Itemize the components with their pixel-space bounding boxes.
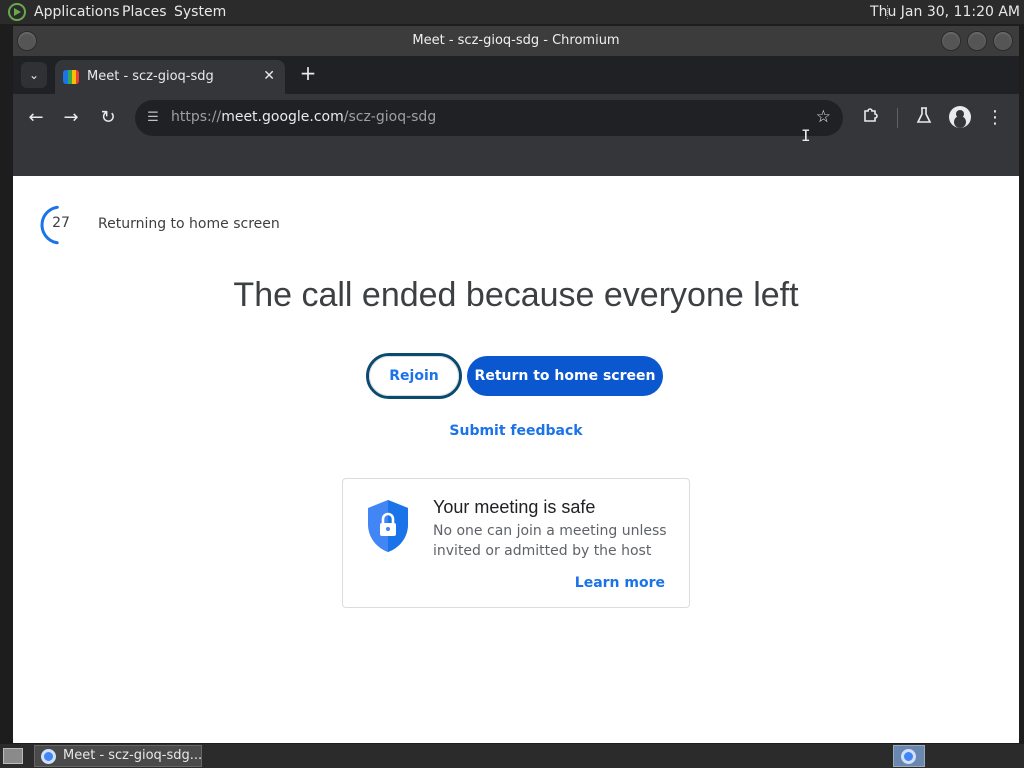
tab-close-icon[interactable]: ✕ [263,68,275,84]
window-titlebar[interactable]: Meet - scz-gioq-sdg - Chromium [13,26,1019,56]
url-path: /scz-gioq-sdg [343,109,437,125]
forward-icon[interactable]: → [59,106,83,130]
taskbar-window-label: Meet - scz-gioq-sdg... [63,748,202,763]
labs-icon[interactable] [912,106,936,130]
applications-menu[interactable]: Applications [34,4,120,20]
tab-title: Meet - scz-gioq-sdg [87,69,214,84]
system-menu[interactable]: System [174,4,226,20]
new-tab-button[interactable]: + [297,62,319,84]
chromium-tray-icon [901,749,916,764]
chevron-down-icon: ⌄ [28,68,40,82]
top-panel: Applications Places System Thu Jan 30, 1… [0,0,1024,24]
rejoin-label: Rejoin [369,356,459,396]
returning-text: Returning to home screen [98,216,280,232]
url-scheme: https:// [171,109,222,125]
show-desktop-icon[interactable] [3,748,23,764]
reload-icon[interactable]: ↻ [96,106,120,130]
safe-card-title: Your meeting is safe [433,497,596,517]
puzzle-shape [864,108,878,122]
chromium-icon [41,749,56,764]
shield-lock-icon [368,500,408,552]
submit-feedback-link: Submit feedback [13,423,1019,439]
clock[interactable]: Thu Jan 30, 11:20 AM [870,4,1020,20]
url-text[interactable]: https://meet.google.com/scz-gioq-sdg [171,109,436,125]
window-title: Meet - scz-gioq-sdg - Chromium [412,33,620,48]
safe-card-description: No one can join a meeting unless invited… [433,523,667,559]
meet-page: 27 Returning to home screen The call end… [13,176,1019,743]
taskbar: Meet - scz-gioq-sdg... [0,744,1024,768]
learn-more-link[interactable]: Learn more [575,575,665,591]
site-info-icon[interactable]: ☰ [145,110,161,126]
address-bar[interactable]: ☰ https://meet.google.com/scz-gioq-sdg ☆ [135,100,843,136]
star-icon[interactable]: ☆ [816,107,831,127]
flask-shape [916,107,932,123]
url-host: meet.google.com [221,109,344,125]
window-menu-button[interactable] [17,31,37,51]
countdown-seconds: 27 [52,215,70,231]
back-icon[interactable]: ← [24,106,48,130]
minimize-button[interactable] [941,31,961,51]
profile-icon[interactable] [949,106,971,128]
meeting-safe-card: Your meeting is safe No one can join a m… [342,478,690,608]
taskbar-chromium-window[interactable]: Meet - scz-gioq-sdg... [34,745,202,767]
chromium-window: Meet - scz-gioq-sdg - Chromium ⌄ Meet - … [13,26,1019,743]
distro-logo-icon[interactable] [8,3,26,21]
browser-toolbar: ← → ↻ ☰ https://meet.google.com/scz-gioq… [13,94,1019,176]
return-home-button[interactable]: Return to home screen [467,356,663,396]
page-title: The call ended because everyone left [233,276,799,314]
tab-strip: ⌄ Meet - scz-gioq-sdg ✕ + [13,56,1019,94]
extensions-icon[interactable] [859,106,883,130]
tab-search-button[interactable]: ⌄ [21,62,47,88]
submit-feedback-label[interactable]: Submit feedback [449,423,582,439]
places-menu[interactable]: Places [122,4,167,20]
maximize-button[interactable] [967,31,987,51]
tab-meet[interactable]: Meet - scz-gioq-sdg ✕ [55,60,285,94]
toolbar-divider [897,108,898,128]
rejoin-button[interactable]: Rejoin [366,353,462,399]
menu-icon[interactable]: ⋮ [983,106,1007,130]
text-cursor-icon: I [801,126,811,145]
meet-favicon-icon [63,70,79,84]
close-window-button[interactable] [993,31,1013,51]
tray-chromium[interactable] [893,745,925,767]
